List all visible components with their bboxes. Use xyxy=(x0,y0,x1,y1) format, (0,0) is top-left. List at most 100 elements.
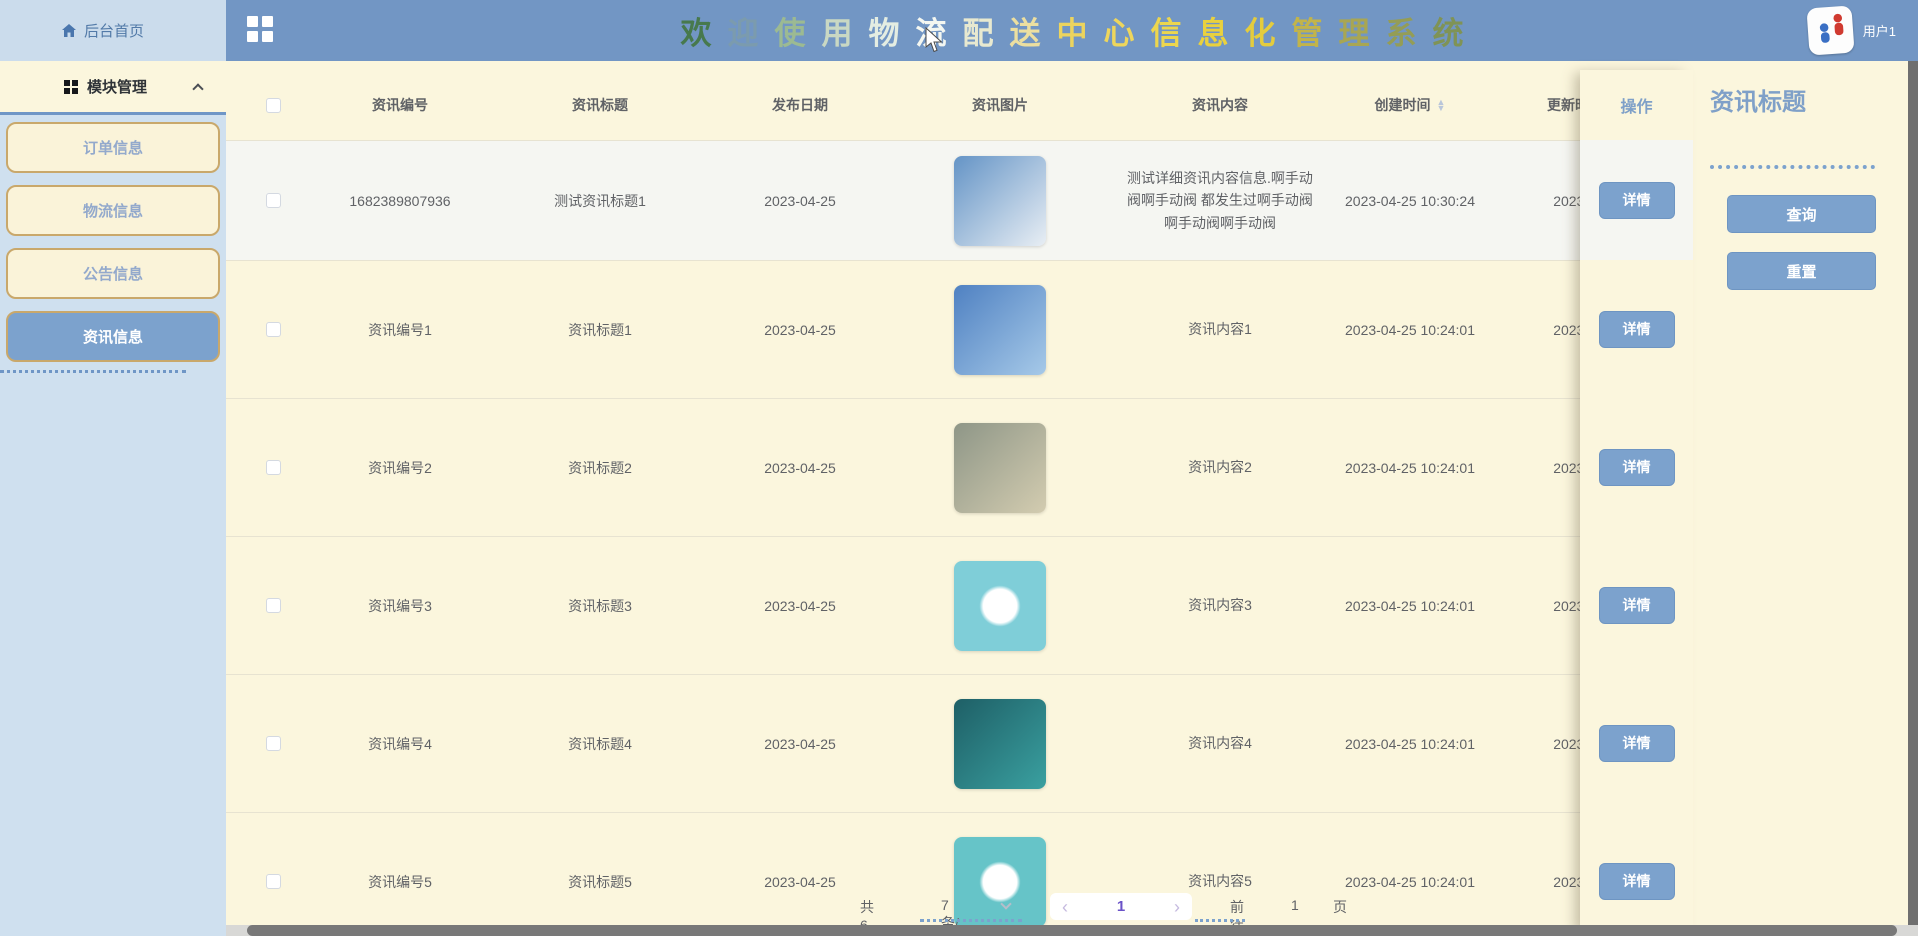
action-cell: 详情 xyxy=(1580,536,1693,674)
next-page-button[interactable]: › xyxy=(1174,898,1180,916)
user-chip[interactable]: 用户1 xyxy=(1806,5,1896,56)
current-page[interactable]: 1 xyxy=(1117,898,1125,915)
user-avatar xyxy=(1806,5,1855,56)
action-cells: 详情 详情 详情 详情 详情 详情 xyxy=(1580,140,1693,936)
detail-button[interactable]: 详情 xyxy=(1598,862,1675,900)
detail-button[interactable]: 详情 xyxy=(1598,310,1675,348)
home-icon xyxy=(62,24,76,37)
col-header-created-time[interactable]: 创建时间 ▲ ▼ xyxy=(1320,70,1500,140)
search-panel: 资讯标题 查询 重置 xyxy=(1693,70,1908,630)
prev-page-button[interactable]: ‹ xyxy=(1062,898,1068,916)
sidebar-item-3[interactable]: 公告信息 xyxy=(6,248,220,299)
col-header-news-image: 资讯图片 xyxy=(972,97,1028,113)
news-image-presentation-screen xyxy=(954,698,1046,789)
news-id-cell: 1682389807936 xyxy=(349,192,451,209)
reset-button[interactable]: 重置 xyxy=(1727,252,1876,290)
checkbox-cell xyxy=(226,675,320,812)
publish-date-cell: 2023-04-25 xyxy=(764,459,836,476)
title-char: 配 xyxy=(962,16,994,51)
news-image-app-icons-illustration xyxy=(954,155,1046,246)
row-checkbox[interactable] xyxy=(265,193,281,208)
sidebar-menu: 订单信息物流信息公告信息资讯信息 xyxy=(6,122,220,374)
col-header-news-title: 资讯标题 xyxy=(572,97,628,113)
created-time-cell: 2023-04-25 10:30:24 xyxy=(1345,192,1475,209)
app-title: 欢迎使用物流配送中心信息化管理系统 xyxy=(226,0,1918,61)
news-image-cell xyxy=(880,261,1120,398)
search-panel-title: 资讯标题 xyxy=(1710,89,1806,116)
news-image-cell xyxy=(880,141,1120,260)
action-cell: 详情 xyxy=(1580,812,1693,936)
sidebar-home[interactable]: 后台首页 xyxy=(0,0,226,61)
news-title-cell: 资讯标题1 xyxy=(568,321,632,338)
chevron-up-icon xyxy=(192,82,204,95)
select-all-checkbox[interactable] xyxy=(265,97,281,113)
table-row: 资讯编号4 资讯标题4 2023-04-25 资讯内容4 2023-04-25 10:2… xyxy=(226,674,1650,812)
table-row: 资讯编号5 资讯标题5 2023-04-25 资讯内容5 2023-04-25 10:2… xyxy=(226,812,1650,936)
action-cell: 详情 xyxy=(1580,140,1693,260)
detail-button[interactable]: 详情 xyxy=(1598,586,1675,624)
row-checkbox[interactable] xyxy=(265,736,281,751)
news-title-cell: 资讯标题5 xyxy=(568,873,632,890)
row-checkbox[interactable] xyxy=(265,460,281,475)
table-row: 资讯编号2 资讯标题2 2023-04-25 资讯内容2 2023-04-25 10:2… xyxy=(226,398,1650,536)
title-char: 息 xyxy=(1197,16,1229,51)
detail-button[interactable]: 详情 xyxy=(1598,724,1675,762)
row-checkbox[interactable] xyxy=(265,322,281,337)
news-image-cell xyxy=(880,675,1120,812)
publish-date-cell: 2023-04-25 xyxy=(764,873,836,890)
news-id-cell: 资讯编号2 xyxy=(368,459,432,476)
news-id-cell: 资讯编号5 xyxy=(368,873,432,890)
created-time-label: 创建时间 xyxy=(1374,97,1431,113)
news-image-cell xyxy=(880,537,1120,674)
page-size-dotted-underline xyxy=(920,919,1022,922)
sidebar-group-module[interactable]: 模块管理 xyxy=(0,61,226,112)
checkbox-cell xyxy=(226,813,320,936)
sort-icons: ▲ ▼ xyxy=(1437,98,1446,113)
publish-date-cell: 2023-04-25 xyxy=(764,735,836,752)
created-time-cell: 2023-04-25 10:24:01 xyxy=(1345,873,1475,890)
horizontal-scrollbar[interactable] xyxy=(247,925,1897,936)
news-title-cell: 测试资讯标题1 xyxy=(554,192,646,209)
news-id-cell: 资讯编号3 xyxy=(368,597,432,614)
search-input-dotted-line[interactable] xyxy=(1710,165,1875,169)
header-checkbox-cell xyxy=(226,70,320,140)
checkbox-cell xyxy=(226,399,320,536)
title-char: 化 xyxy=(1244,16,1276,51)
news-image-devices-circle xyxy=(954,836,1046,927)
checkbox-cell xyxy=(226,261,320,398)
user-name: 用户1 xyxy=(1862,24,1896,39)
top-banner: 欢迎使用物流配送中心信息化管理系统 用户1 xyxy=(226,0,1918,61)
title-char: 心 xyxy=(1103,16,1135,51)
row-checkbox[interactable] xyxy=(265,598,281,613)
query-button[interactable]: 查询 xyxy=(1727,195,1876,233)
goto-page-input[interactable]: 1 xyxy=(1291,897,1299,913)
news-title-cell: 资讯标题3 xyxy=(568,597,632,614)
sidebar-item-2[interactable]: 物流信息 xyxy=(6,185,220,236)
title-char: 统 xyxy=(1432,16,1464,51)
sort-desc-icon[interactable]: ▼ xyxy=(1437,104,1446,113)
title-char: 迎 xyxy=(727,16,759,51)
pager: ‹ 1 › xyxy=(1050,893,1192,920)
publish-date-cell: 2023-04-25 xyxy=(764,321,836,338)
sidebar-item-4[interactable]: 资讯信息 xyxy=(6,311,220,362)
module-grid-icon xyxy=(64,79,78,94)
vertical-scrollbar[interactable] xyxy=(1908,61,1918,925)
goto-dotted-underline xyxy=(1195,919,1245,922)
title-char: 物 xyxy=(868,16,900,51)
news-image-phone-photo xyxy=(954,422,1046,513)
news-content-cell: 资讯内容1 xyxy=(1188,321,1252,338)
title-char: 系 xyxy=(1385,16,1417,51)
col-header-publish-date: 发布日期 xyxy=(772,97,828,113)
title-char: 理 xyxy=(1338,16,1370,51)
detail-button[interactable]: 详情 xyxy=(1598,448,1675,486)
action-cell: 详情 xyxy=(1580,674,1693,812)
col-header-news-id: 资讯编号 xyxy=(372,97,428,113)
news-image-person-illustration xyxy=(954,284,1046,375)
created-time-cell: 2023-04-25 10:24:01 xyxy=(1345,459,1475,476)
sidebar-item-1[interactable]: 订单信息 xyxy=(6,122,220,173)
row-checkbox[interactable] xyxy=(265,874,281,889)
col-header-news-content: 资讯内容 xyxy=(1192,96,1248,113)
news-title-cell: 资讯标题2 xyxy=(568,459,632,476)
title-char: 中 xyxy=(1056,16,1088,51)
detail-button[interactable]: 详情 xyxy=(1598,181,1675,219)
